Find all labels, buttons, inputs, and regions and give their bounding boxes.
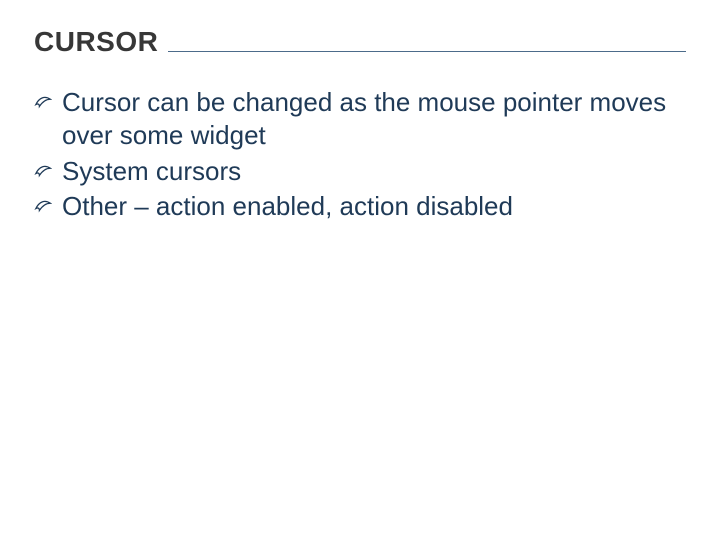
title-underline (168, 51, 686, 52)
bullet-text: Other – action enabled, action disabled (62, 190, 686, 223)
bullet-text: Cursor can be changed as the mouse point… (62, 86, 686, 153)
bullet-item: System cursors (34, 155, 686, 188)
title-row: CURSOR (34, 26, 686, 58)
flourish-bullet-icon (34, 86, 62, 110)
bullet-text: System cursors (62, 155, 686, 188)
bullet-item: Other – action enabled, action disabled (34, 190, 686, 223)
slide-title: CURSOR (34, 26, 168, 58)
bullet-item: Cursor can be changed as the mouse point… (34, 86, 686, 153)
flourish-bullet-icon (34, 155, 62, 179)
slide: CURSOR Cursor can be changed as the mous… (0, 0, 720, 540)
slide-body: Cursor can be changed as the mouse point… (34, 86, 686, 223)
flourish-bullet-icon (34, 190, 62, 214)
